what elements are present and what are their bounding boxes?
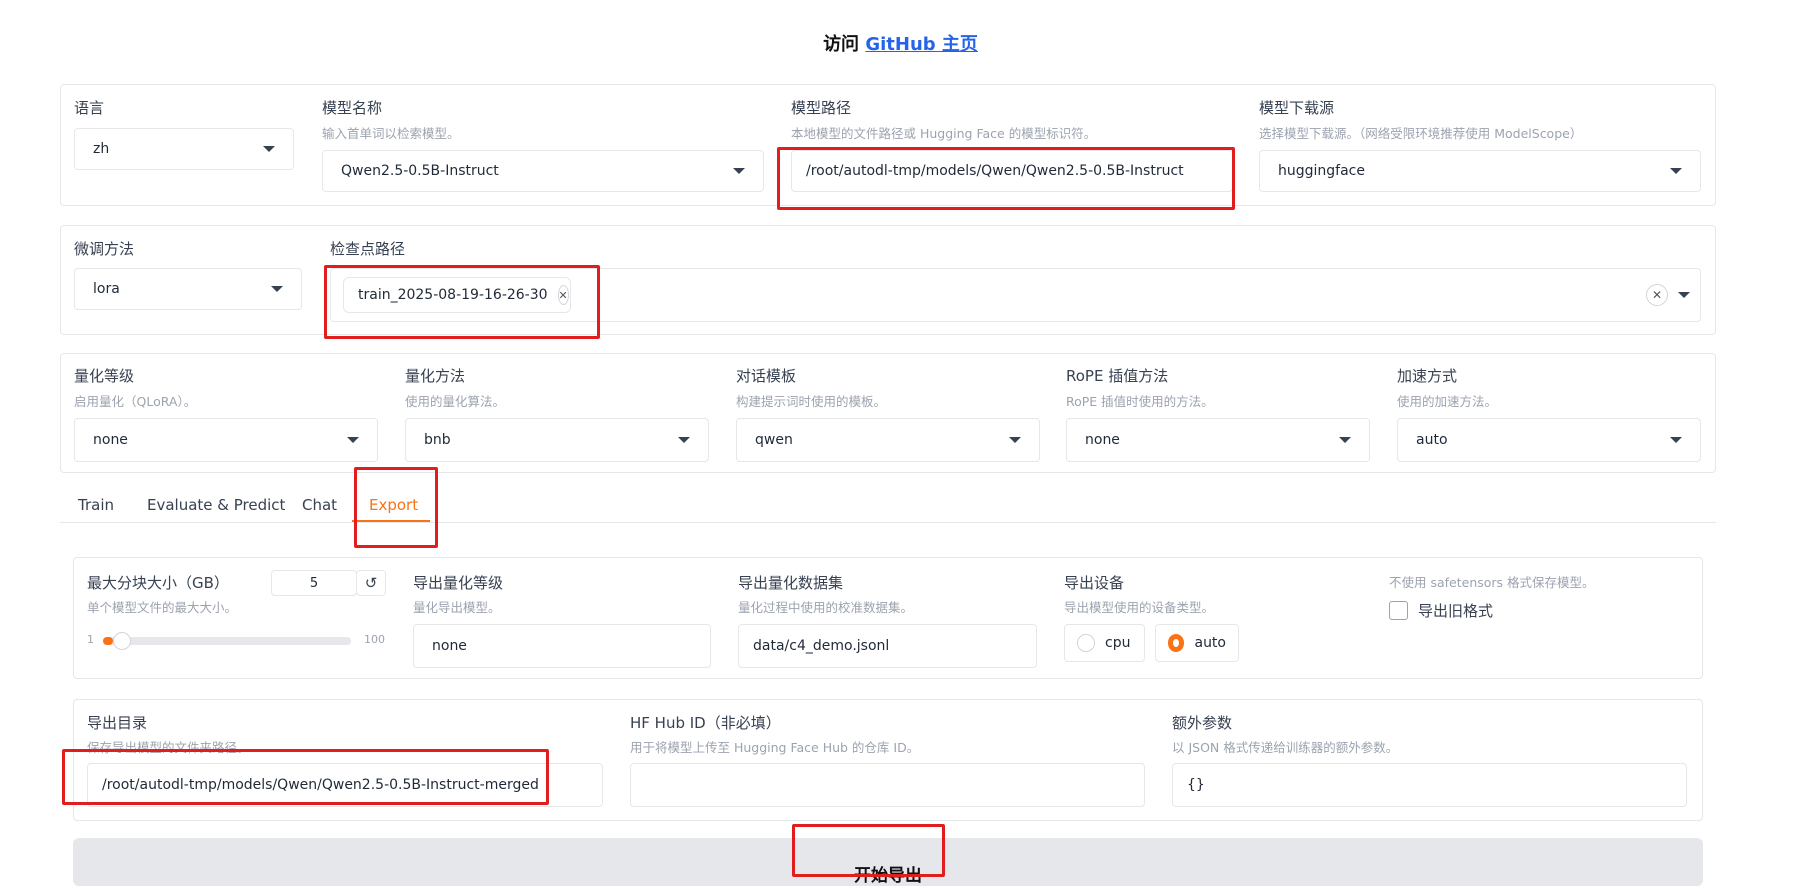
hub-id-hint: 用于将模型上传至 Hugging Face Hub 的仓库 ID。 [630,740,920,755]
lang-value: zh [93,141,110,157]
device-option-cpu[interactable]: cpu [1064,624,1145,662]
shard-slider-thumb[interactable] [113,632,132,650]
clear-icon[interactable]: ✕ [1646,284,1668,306]
hub-value: huggingface [1278,163,1365,179]
radio-icon [1077,634,1095,652]
chevron-down-icon [733,168,745,174]
chevron-down-icon [271,286,283,292]
github-link[interactable]: GitHub 主页 [865,34,978,55]
quant-method-hint: 使用的量化算法。 [405,394,506,409]
rope-dropdown[interactable]: none [1066,418,1370,462]
chevron-down-icon [1670,437,1682,443]
device-hint: 导出模型使用的设备类型。 [1064,600,1215,615]
device-option-cpu-label: cpu [1105,635,1131,651]
legacy-label: 导出旧格式 [1418,601,1494,620]
shard-slider-track[interactable] [103,632,351,650]
export-quant-hint: 量化导出模型。 [413,600,501,615]
chevron-down-icon [1670,168,1682,174]
export-dir-hint: 保存导出模型的文件夹路径。 [87,740,250,755]
title-prefix: 访问 [823,34,860,55]
chevron-down-icon [1009,437,1021,443]
template-value: qwen [755,432,793,448]
start-export-button[interactable]: 开始导出 [73,838,1703,886]
checkpoint-label: 检查点路径 [330,240,406,258]
export-quant-input[interactable]: none [413,624,711,668]
shard-slider-fill [103,637,114,645]
extra-args-input[interactable]: {} [1172,763,1687,807]
shard-hint: 单个模型文件的最大大小。 [87,600,238,615]
reset-icon[interactable]: ↺ [356,570,386,596]
shard-min: 1 [87,633,94,646]
rope-label: RoPE 插值方法 [1066,367,1169,385]
quant-dataset-hint: 量化过程中使用的校准数据集。 [738,600,914,615]
extra-args-hint: 以 JSON 格式传递给训练器的额外参数。 [1172,740,1399,755]
chevron-down-icon [1339,437,1351,443]
model-path-input[interactable]: /root/autodl-tmp/models/Qwen/Qwen2.5-0.5… [791,150,1233,192]
checkpoint-chip-label: train_2025-08-19-16-26-30 [358,287,548,303]
quant-method-label: 量化方法 [405,367,466,385]
remove-chip-icon[interactable]: ✕ [557,285,569,305]
shard-label: 最大分块大小（GB） [87,574,229,592]
model-path-hint: 本地模型的文件路径或 Hugging Face 的模型标识符。 [791,126,1097,141]
device-option-auto-label: auto [1194,635,1226,651]
checkbox-icon[interactable] [1389,600,1408,620]
quant-bit-value: none [93,432,128,448]
tabs-divider [60,522,1716,523]
quant-dataset-input[interactable]: data/c4_demo.jsonl [738,624,1037,668]
template-hint: 构建提示词时使用的模板。 [736,394,887,409]
finetune-label: 微调方法 [74,240,135,258]
lang-dropdown[interactable]: zh [74,128,294,170]
tab-evaluate[interactable]: Evaluate & Predict [147,496,285,520]
chevron-down-icon [1678,292,1690,298]
finetune-value: lora [93,281,120,297]
export-quant-label: 导出量化等级 [413,574,504,592]
tab-train[interactable]: Train [78,496,114,520]
lang-label: 语言 [74,99,105,117]
chevron-down-icon [678,437,690,443]
active-tab-underline [352,520,430,522]
quant-method-value: bnb [424,432,451,448]
quant-bit-hint: 启用量化（QLoRA）。 [74,394,197,409]
checkpoint-chip[interactable]: train_2025-08-19-16-26-30 ✕ [343,277,571,313]
model-name-dropdown[interactable]: Qwen2.5-0.5B-Instruct [322,150,764,192]
model-name-hint: 输入首单词以检索模型。 [322,126,460,141]
shard-number-input[interactable]: 5 [271,570,357,596]
shard-max: 100 [364,633,385,646]
booster-hint: 使用的加速方法。 [1397,394,1498,409]
model-name-value: Qwen2.5-0.5B-Instruct [341,163,499,179]
hub-hint: 选择模型下载源。（网络受限环境推荐使用 ModelScope） [1259,126,1583,141]
quant-bit-dropdown[interactable]: none [74,418,378,462]
export-dir-input[interactable]: /root/autodl-tmp/models/Qwen/Qwen2.5-0.5… [87,763,603,807]
hub-dropdown[interactable]: huggingface [1259,150,1701,192]
quant-bit-label: 量化等级 [74,367,135,385]
device-option-auto[interactable]: auto [1155,624,1239,662]
template-label: 对话模板 [736,367,797,385]
rope-value: none [1085,432,1120,448]
model-name-label: 模型名称 [322,99,383,117]
booster-value: auto [1416,432,1448,448]
hub-label: 模型下载源 [1259,99,1335,117]
quant-dataset-label: 导出量化数据集 [738,574,844,592]
model-path-label: 模型路径 [791,99,852,117]
chevron-down-icon [347,437,359,443]
tab-export[interactable]: Export [369,496,418,520]
chevron-down-icon [263,146,275,152]
booster-dropdown[interactable]: auto [1397,418,1701,462]
hub-id-input[interactable] [630,763,1145,807]
radio-selected-icon [1168,634,1185,652]
export-dir-label: 导出目录 [87,714,148,732]
tab-chat[interactable]: Chat [302,496,337,520]
device-label: 导出设备 [1064,574,1125,592]
legacy-checkbox-row[interactable]: 导出旧格式 [1389,600,1493,620]
finetune-dropdown[interactable]: lora [74,268,302,310]
page-title: 访问 GitHub 主页 [0,30,1801,56]
quant-method-dropdown[interactable]: bnb [405,418,709,462]
rope-hint: RoPE 插值时使用的方法。 [1066,394,1214,409]
legacy-hint: 不使用 safetensors 格式保存模型。 [1389,575,1595,590]
template-dropdown[interactable]: qwen [736,418,1040,462]
hub-id-label: HF Hub ID（非必填） [630,714,781,732]
extra-args-label: 额外参数 [1172,714,1233,732]
booster-label: 加速方式 [1397,367,1458,385]
